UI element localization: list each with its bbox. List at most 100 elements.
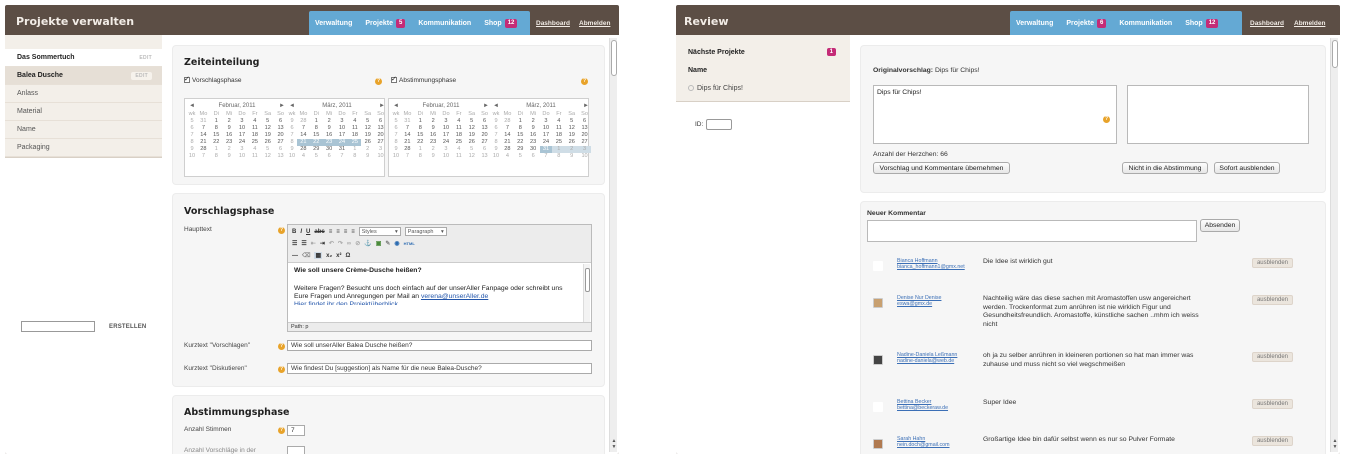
anzahl-stimmen-input[interactable]: 7 <box>287 425 305 436</box>
calendar-day[interactable]: 10 <box>540 125 553 132</box>
calendar-day[interactable]: 25 <box>248 139 261 146</box>
italic-icon[interactable]: I <box>300 229 302 235</box>
calendar-day[interactable]: 6 <box>478 118 491 125</box>
calendar-day[interactable]: 3 <box>236 118 249 125</box>
calendar-day[interactable]: 20 <box>374 132 387 139</box>
calendar-day[interactable]: 2 <box>527 118 540 125</box>
link-icon[interactable]: ∞ <box>347 241 351 247</box>
cleanup-icon[interactable]: ✎ <box>385 240 390 247</box>
calendar-day[interactable]: 4 <box>248 146 261 153</box>
calendar-day[interactable]: 8 <box>414 153 427 160</box>
calendar-day[interactable]: 31 <box>539 146 553 153</box>
day-grid[interactable]: wk Mo Di Mi Do Fr Sa So 5 31 1 2 3 4 5 6 6 7 8 9 10 11 12 13 7 14… <box>187 111 287 160</box>
next-projects-header[interactable]: Nächste Projekte 1 <box>676 43 850 61</box>
calendar-day[interactable]: 6 <box>578 118 591 125</box>
calendar-day[interactable]: 31 <box>336 146 349 153</box>
numbered-list-icon[interactable]: ☰ <box>301 240 306 247</box>
sidebar-item-name[interactable]: Name <box>5 121 162 139</box>
tab-verwaltung[interactable]: Verwaltung <box>315 20 352 27</box>
calendar-day[interactable]: 9 <box>527 125 540 132</box>
day-grid[interactable]: wk Mo Di Mi Do Fr Sa So 9 28 1 2 3 4 5 6 6 7 8 9 10 11 12 13 7 14… <box>491 111 591 160</box>
calendar-day[interactable]: 21 <box>197 139 210 146</box>
dashboard-link[interactable]: Dashboard <box>1250 20 1284 27</box>
calendar-day[interactable]: 17 <box>440 132 453 139</box>
calendar-day[interactable]: 24 <box>440 139 453 146</box>
calendar-day[interactable]: 3 <box>578 146 591 153</box>
calendar-day[interactable]: 22 <box>514 139 527 146</box>
calendar-day[interactable]: 8 <box>210 125 223 132</box>
calendar-day[interactable]: 11 <box>248 153 261 160</box>
calendar-day[interactable]: 16 <box>527 132 540 139</box>
paragraph-select[interactable]: Paragraph ▾ <box>404 227 447 236</box>
calendar-day[interactable]: 10 <box>236 125 249 132</box>
sidebar-item-proposal[interactable]: Dips für Chips! <box>676 79 850 97</box>
subscript-icon[interactable]: x₂ <box>326 253 332 259</box>
calendar-day[interactable]: 11 <box>452 153 465 160</box>
help-icon[interactable]: ? <box>278 343 285 350</box>
author-email[interactable]: bettina@beckeraw.de <box>897 405 948 411</box>
calendar-day[interactable]: 2 <box>323 118 336 125</box>
comment-author[interactable]: Bettina Becker bettina@beckeraw.de <box>897 399 948 411</box>
calendar-day[interactable]: 18 <box>552 132 565 139</box>
calendar-day[interactable]: 8 <box>514 125 527 132</box>
calendar-day[interactable]: 3 <box>336 118 349 125</box>
comment-author[interactable]: Sarah Hahn nein.doch@gmail.com <box>897 436 950 448</box>
superscript-icon[interactable]: x² <box>336 253 341 259</box>
calendar-day[interactable]: 28 <box>297 146 310 153</box>
hide-now-button[interactable]: Sofort ausblenden <box>1214 162 1280 174</box>
calendar-day[interactable]: 17 <box>236 132 249 139</box>
comment-author[interactable]: Nadine-Daniela Leßmann nadine-daniela@web… <box>897 352 957 364</box>
calendar-day[interactable]: 11 <box>348 125 361 132</box>
alternative-textarea[interactable] <box>1127 85 1309 144</box>
calendar-day[interactable]: 5 <box>261 118 274 125</box>
calendar-day[interactable]: 7 <box>401 125 414 132</box>
hide-comment-button[interactable]: ausblenden <box>1251 399 1293 409</box>
calendar-day[interactable]: 8 <box>210 153 223 160</box>
calendar-day[interactable]: 1 <box>414 146 427 153</box>
calendar-day[interactable]: 7 <box>336 153 349 160</box>
calendar-day[interactable]: 4 <box>452 118 465 125</box>
page-scrollbar[interactable]: ▲ ▼ <box>1330 38 1338 452</box>
calendar-day[interactable]: 1 <box>310 118 323 125</box>
calendar-day[interactable]: 28 <box>297 118 310 125</box>
calendar-day[interactable]: 7 <box>197 153 210 160</box>
calendar-day[interactable]: 18 <box>348 132 361 139</box>
calendar-day[interactable]: 29 <box>310 146 323 153</box>
calendar-day[interactable]: 16 <box>223 132 236 139</box>
calendar-day[interactable]: 23 <box>427 139 440 146</box>
sidebar-item-name[interactable]: Name <box>676 61 850 79</box>
special-char-icon[interactable]: Ω <box>346 253 351 259</box>
create-project-input[interactable] <box>21 321 95 332</box>
calendar-day[interactable]: 26 <box>261 139 274 146</box>
calendar-day[interactable]: 19 <box>261 132 274 139</box>
calendar-day[interactable]: 7 <box>501 125 514 132</box>
calendar-day[interactable]: 27 <box>578 139 591 146</box>
calendar-day[interactable]: 8 <box>348 153 361 160</box>
calendar-day[interactable]: 13 <box>578 125 591 132</box>
dashboard-link[interactable]: Dashboard <box>536 20 570 27</box>
second-input[interactable] <box>287 446 305 454</box>
calendar-day[interactable]: 24 <box>335 139 349 146</box>
calendar-day[interactable]: 28 <box>501 146 514 153</box>
calendar-day[interactable]: 3 <box>440 146 453 153</box>
calendar-day[interactable]: 23 <box>527 139 540 146</box>
scroll-arrows-icon[interactable]: ▲ ▼ <box>1331 438 1339 450</box>
checkbox[interactable] <box>184 75 190 84</box>
calendar-day[interactable]: 31 <box>197 118 210 125</box>
outdent-icon[interactable]: ⇤ <box>311 240 316 247</box>
calendar-day[interactable]: 12 <box>465 153 478 160</box>
hide-comment-button[interactable]: ausblenden <box>1251 258 1293 268</box>
calendar-day[interactable]: 21 <box>297 139 310 146</box>
calendar-day[interactable]: 11 <box>248 125 261 132</box>
sidebar-item-project[interactable]: Das Sommertuch EDIT <box>5 49 162 67</box>
prev-month-icon[interactable]: ◄ <box>493 103 499 109</box>
calendar-day[interactable]: 22 <box>309 139 323 146</box>
undo-icon[interactable]: ↶ <box>329 240 334 247</box>
calendar-day[interactable]: 6 <box>323 153 336 160</box>
send-button[interactable]: Absenden <box>1200 219 1240 232</box>
calendar-day[interactable]: 5 <box>565 118 578 125</box>
calendar-day[interactable]: 6 <box>478 146 491 153</box>
calendar-day[interactable]: 2 <box>223 146 236 153</box>
new-comment-textarea[interactable] <box>867 220 1197 242</box>
calendar-day[interactable]: 12 <box>261 125 274 132</box>
